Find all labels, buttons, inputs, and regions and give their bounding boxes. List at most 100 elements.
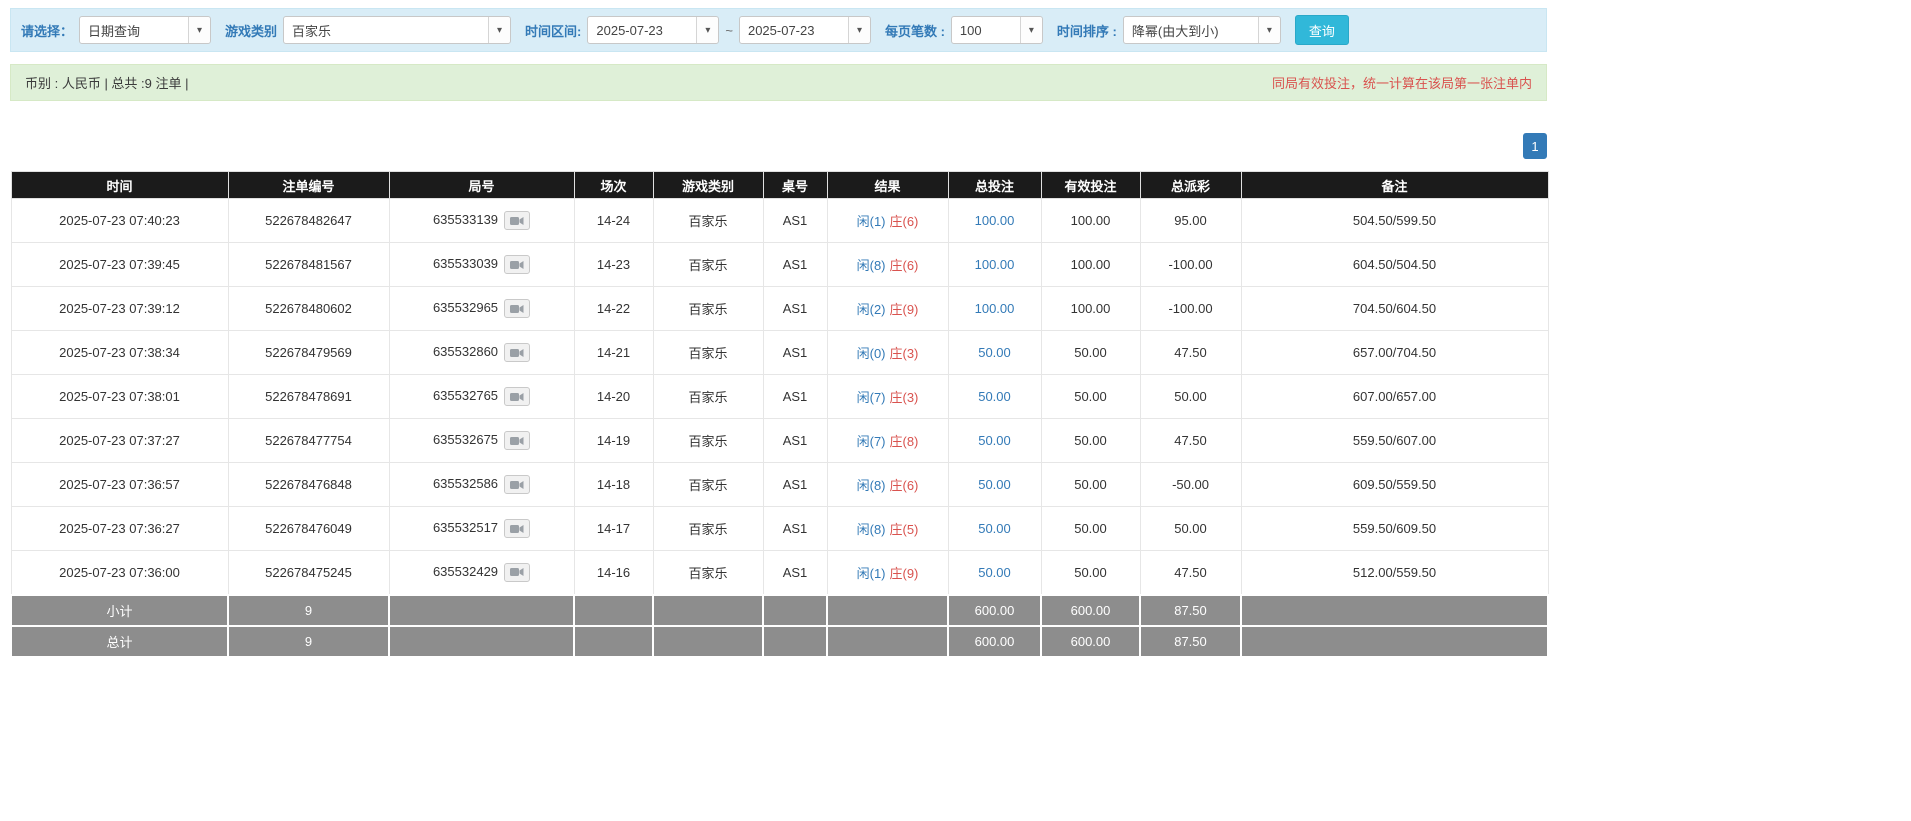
col-header-round: 局号 — [388, 171, 575, 199]
bet-id-cell: 522678481567 — [227, 242, 390, 287]
chevron-down-icon: ▾ — [1257, 17, 1280, 43]
valid-bet-cell: 100.00 — [1040, 242, 1141, 287]
valid-bet-cell: 50.00 — [1040, 330, 1141, 375]
date-to-value: 2025-07-23 — [747, 22, 815, 38]
bet-id-cell: 522678476848 — [227, 462, 390, 507]
col-header-result: 结果 — [826, 171, 949, 199]
session-cell: 14-24 — [573, 198, 654, 243]
round-number: 635532517 — [432, 519, 499, 535]
game-type-cell: 百家乐 — [652, 550, 764, 595]
game-type-cell: 百家乐 — [652, 506, 764, 551]
table-row: 2025-07-23 07:39:45 522678481567 6355330… — [10, 242, 1549, 287]
time-cell: 2025-07-23 07:38:01 — [10, 374, 229, 419]
sort-select[interactable]: 降幂(由大到小) ▾ — [1122, 16, 1281, 44]
subtotal-total-bet: 600.00 — [947, 593, 1042, 627]
total-bet-link[interactable]: 50.00 — [978, 477, 1011, 492]
total-bet-link[interactable]: 100.00 — [975, 301, 1015, 316]
replay-video-button[interactable] — [504, 475, 531, 494]
table-row: 2025-07-23 07:37:27 522678477754 6355326… — [10, 418, 1549, 463]
game-type-select[interactable]: 百家乐 ▾ — [283, 16, 512, 44]
video-camera-icon — [510, 392, 524, 401]
session-cell: 14-23 — [573, 242, 654, 287]
banker-result: 庄(3) — [889, 346, 919, 361]
player-result: 闲(8) — [856, 522, 886, 537]
subtotal-label: 小计 — [10, 593, 229, 627]
chevron-down-icon: ▾ — [488, 17, 511, 43]
bet-records-table: 时间 注单编号 局号 场次 游戏类别 桌号 结果 总投注 有效投注 总派彩 备注 — [10, 171, 1549, 658]
bet-id-cell: 522678480602 — [227, 286, 390, 331]
replay-video-button[interactable] — [504, 562, 531, 582]
total-bet-link[interactable]: 50.00 — [978, 565, 1011, 580]
total-count: 9 — [227, 624, 390, 658]
date-from-select[interactable]: 2025-07-23 ▾ — [587, 16, 720, 44]
subtotal-valid-bet: 600.00 — [1040, 593, 1141, 627]
total-bet-cell: 100.00 — [947, 242, 1042, 287]
session-cell: 14-17 — [573, 506, 654, 551]
table-no-cell: AS1 — [762, 550, 828, 595]
table-no-cell: AS1 — [762, 462, 828, 507]
replay-video-button[interactable] — [504, 343, 531, 362]
video-camera-icon — [510, 304, 524, 313]
total-bet-cell: 50.00 — [947, 418, 1042, 463]
col-header-total-bet: 总投注 — [947, 171, 1042, 199]
game-type-cell: 百家乐 — [652, 330, 764, 375]
total-bet-link[interactable]: 50.00 — [978, 389, 1011, 404]
total-bet-cell: 50.00 — [947, 462, 1042, 507]
query-type-select[interactable]: 日期查询 ▾ — [79, 16, 212, 44]
payout-cell: 47.50 — [1139, 330, 1242, 375]
banker-result: 庄(9) — [889, 302, 919, 317]
page-1-button[interactable]: 1 — [1523, 133, 1547, 159]
bet-id-cell: 522678476049 — [227, 506, 390, 551]
page-size-value: 100 — [959, 22, 982, 38]
result-cell: 闲(2) 庄(9) — [826, 286, 949, 331]
round-number: 635532860 — [432, 343, 499, 359]
table-no-cell: AS1 — [762, 286, 828, 331]
header-row: 时间 注单编号 局号 场次 游戏类别 桌号 结果 总投注 有效投注 总派彩 备注 — [10, 171, 1549, 199]
payout-cell: 95.00 — [1139, 198, 1242, 243]
time-cell: 2025-07-23 07:40:23 — [10, 198, 229, 243]
date-from-value: 2025-07-23 — [596, 22, 663, 38]
date-to-select[interactable]: 2025-07-23 ▾ — [738, 16, 871, 44]
time-cell: 2025-07-23 07:38:34 — [10, 330, 229, 375]
page-size-select[interactable]: 100 ▾ — [950, 16, 1043, 44]
note-cell: 559.50/607.00 — [1240, 418, 1549, 463]
chevron-down-icon: ▾ — [188, 17, 211, 43]
note-cell: 657.00/704.50 — [1240, 330, 1549, 375]
search-button[interactable]: 查询 — [1294, 15, 1349, 45]
date-range-label: 时间区间: — [525, 23, 582, 39]
game-type-cell: 百家乐 — [652, 286, 764, 331]
replay-video-button[interactable] — [504, 211, 531, 230]
banker-result: 庄(6) — [889, 478, 919, 493]
col-header-session: 场次 — [573, 171, 654, 199]
replay-video-button[interactable] — [504, 519, 531, 538]
total-bet-link[interactable]: 50.00 — [978, 433, 1011, 448]
replay-video-button[interactable] — [504, 431, 531, 450]
page-size-label: 每页笔数 : — [884, 23, 945, 39]
payout-cell: 47.50 — [1139, 418, 1242, 463]
table-row: 2025-07-23 07:40:23 522678482647 6355331… — [10, 198, 1549, 243]
session-cell: 14-19 — [573, 418, 654, 463]
tilde-separator: ~ — [725, 22, 733, 38]
player-result: 闲(1) — [856, 214, 886, 229]
total-bet-link[interactable]: 50.00 — [978, 521, 1011, 536]
total-bet-cell: 50.00 — [947, 550, 1042, 595]
round-number: 635533139 — [432, 211, 499, 227]
total-bet-link[interactable]: 100.00 — [975, 257, 1015, 272]
total-total-bet: 600.00 — [947, 624, 1042, 658]
replay-video-button[interactable] — [504, 387, 531, 406]
video-camera-icon — [510, 260, 524, 269]
replay-video-button[interactable] — [504, 299, 531, 318]
empty-cell — [388, 624, 575, 658]
total-bet-link[interactable]: 50.00 — [978, 345, 1011, 360]
round-number: 635532965 — [432, 299, 499, 315]
empty-cell — [1240, 624, 1549, 658]
col-header-valid-bet: 有效投注 — [1040, 171, 1141, 199]
replay-video-button[interactable] — [504, 255, 531, 274]
video-camera-icon — [510, 216, 524, 225]
player-result: 闲(0) — [856, 346, 886, 361]
total-bet-link[interactable]: 100.00 — [975, 213, 1015, 228]
round-number: 635532586 — [432, 475, 499, 491]
table-row: 2025-07-23 07:36:27 522678476049 6355325… — [10, 506, 1549, 551]
round-cell: 635532965 — [388, 286, 575, 331]
round-number: 635532675 — [432, 431, 499, 447]
